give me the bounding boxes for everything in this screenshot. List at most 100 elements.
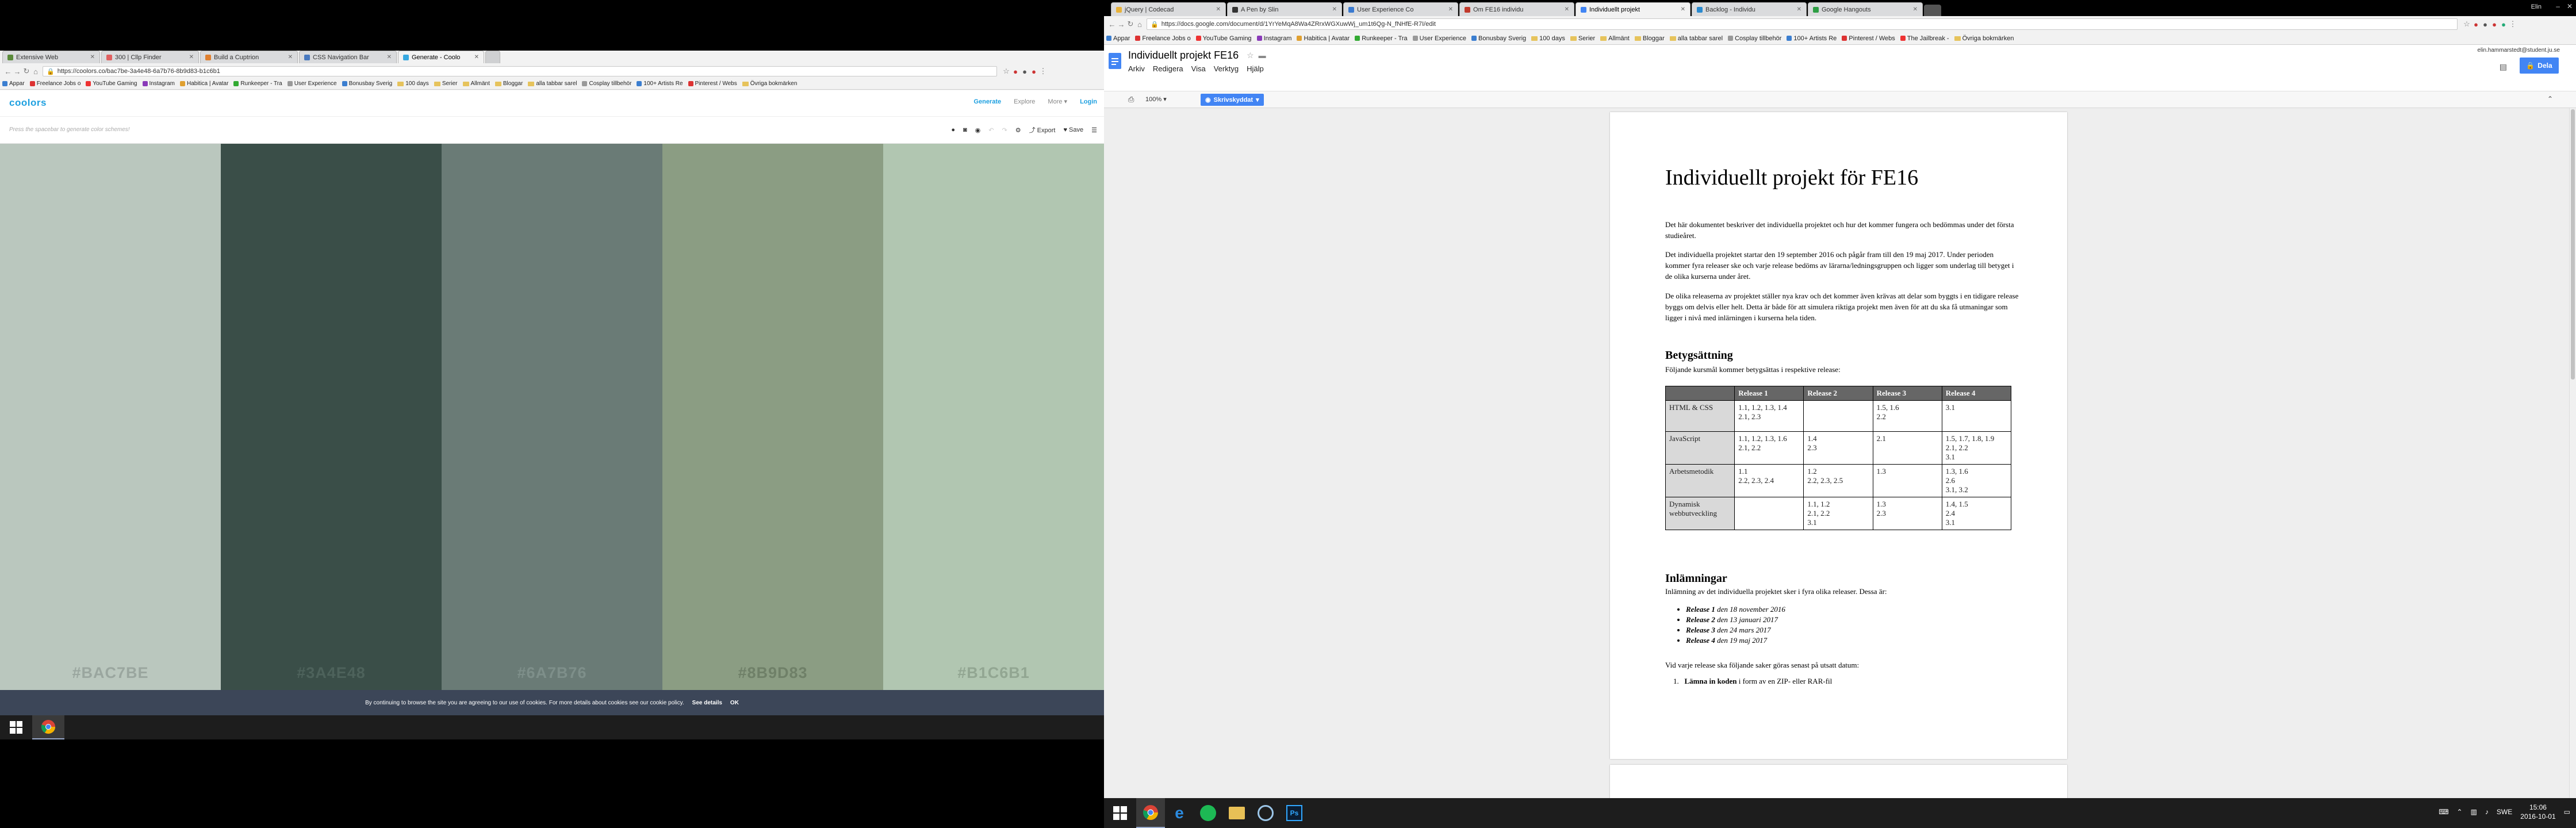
- right-tab-3[interactable]: Om FE16 individu ✕: [1459, 2, 1574, 16]
- close-icon[interactable]: ✕: [87, 54, 95, 60]
- close-icon[interactable]: ✕: [1213, 6, 1221, 13]
- minimize-icon[interactable]: –: [2556, 2, 2560, 10]
- right-tab-6[interactable]: Google Hangouts ✕: [1808, 2, 1923, 16]
- color-swatch-4[interactable]: #8B9D83: [662, 144, 883, 690]
- web-tool-icon[interactable]: [1251, 798, 1280, 828]
- home-icon[interactable]: ⌂: [31, 67, 40, 76]
- chrome-icon[interactable]: [32, 715, 64, 739]
- docs-logo-icon[interactable]: [1109, 53, 1121, 69]
- bookmark-item[interactable]: Cosplay tillbehör: [1728, 35, 1781, 42]
- chevron-up-icon[interactable]: ⌃: [2457, 808, 2463, 816]
- bookmark-item[interactable]: Bloggar: [494, 80, 523, 87]
- bookmark-item[interactable]: Bloggar: [1634, 35, 1665, 42]
- nav-login[interactable]: Login: [1080, 98, 1097, 105]
- undo-icon[interactable]: ↶: [988, 126, 994, 134]
- camera-icon[interactable]: ◙: [963, 126, 967, 133]
- bookmark-item[interactable]: YouTube Gaming: [1195, 35, 1252, 42]
- extension-icon[interactable]: ●: [2481, 20, 2490, 29]
- reload-icon[interactable]: ↻: [22, 67, 31, 76]
- scrollbar[interactable]: [2569, 108, 2576, 828]
- print-icon[interactable]: ⎙: [1128, 95, 1134, 104]
- bookmark-item[interactable]: 100+ Artists Re: [1787, 35, 1837, 42]
- view-mode-button[interactable]: ◉ Skrivskyddat ▾: [1201, 94, 1264, 106]
- cookie-ok-button[interactable]: OK: [730, 700, 739, 706]
- internet-explorer-icon[interactable]: e: [1165, 798, 1194, 828]
- back-icon[interactable]: ←: [3, 67, 13, 76]
- save-button[interactable]: ♥ Save: [1063, 126, 1083, 133]
- bookmark-item[interactable]: Instagram: [142, 80, 175, 87]
- color-swatch-3[interactable]: #6A7B76: [442, 144, 662, 690]
- bookmark-item[interactable]: Övriga bokmärken: [1954, 35, 2014, 42]
- bookmark-item[interactable]: Pinterest / Webs: [688, 80, 737, 87]
- bookmark-item[interactable]: Habitica | Avatar: [179, 80, 228, 87]
- menu-visa[interactable]: Visa: [1191, 64, 1206, 73]
- bookmark-item[interactable]: Serier: [434, 80, 458, 87]
- menu-icon[interactable]: ☰: [1091, 126, 1097, 134]
- share-button[interactable]: 🔒 Dela: [2520, 57, 2559, 74]
- close-icon[interactable]: ✕: [384, 54, 392, 60]
- keyboard-icon[interactable]: ⌨: [2439, 808, 2448, 816]
- nav-generate[interactable]: Generate: [973, 98, 1001, 105]
- bookmark-item[interactable]: 100 days: [397, 80, 429, 87]
- eye-icon[interactable]: ◉: [975, 126, 981, 134]
- close-icon[interactable]: ✕: [186, 54, 194, 60]
- bookmark-item[interactable]: User Experience: [287, 80, 337, 87]
- bookmark-item[interactable]: Allmänt: [462, 80, 490, 87]
- nav-explore[interactable]: Explore: [1014, 98, 1035, 105]
- photoshop-icon[interactable]: Ps: [1280, 798, 1309, 828]
- bookmark-item[interactable]: Runkeeper - Tra: [1355, 35, 1408, 42]
- right-tab-2[interactable]: User Experience Co ✕: [1343, 2, 1458, 16]
- notifications-icon[interactable]: ▭: [2564, 808, 2570, 816]
- right-tab-0[interactable]: jQuery | Codecad ✕: [1111, 2, 1226, 16]
- help-icon[interactable]: ●: [951, 126, 955, 133]
- bookmark-item[interactable]: Bonusbay Sverig: [1471, 35, 1526, 42]
- left-tab-2[interactable]: Build a Cuptrion ✕: [200, 51, 298, 63]
- bookmark-item[interactable]: Cosplay tillbehör: [582, 80, 631, 87]
- color-swatch-1[interactable]: #BAC7BE: [0, 144, 221, 690]
- new-tab-button[interactable]: [1924, 5, 1941, 16]
- extension-icon[interactable]: ●: [2490, 20, 2499, 29]
- new-tab-button[interactable]: [485, 51, 500, 63]
- forward-icon[interactable]: →: [13, 67, 22, 76]
- bookmark-item[interactable]: Habitica | Avatar: [1297, 35, 1350, 42]
- left-tab-4[interactable]: Generate - Coolo ✕: [398, 51, 484, 63]
- extension-icon[interactable]: ●: [2499, 20, 2508, 29]
- folder-icon[interactable]: ▬: [1259, 51, 1266, 60]
- menu-icon[interactable]: ⋮: [1038, 67, 1048, 76]
- language-indicator[interactable]: SWE: [2497, 808, 2512, 816]
- settings-icon[interactable]: ⚙: [1015, 126, 1021, 134]
- home-icon[interactable]: ⌂: [1135, 20, 1144, 29]
- bookmark-item[interactable]: User Experience: [1412, 35, 1466, 42]
- close-window-icon[interactable]: ✕: [2567, 2, 2573, 10]
- bookmark-item[interactable]: Instagram: [1256, 35, 1291, 42]
- redo-icon[interactable]: ↷: [1002, 126, 1007, 134]
- zoom-select[interactable]: 100% ▾: [1145, 95, 1167, 103]
- hex-label[interactable]: #BAC7BE: [72, 664, 148, 682]
- close-icon[interactable]: ✕: [471, 54, 479, 60]
- spotify-icon[interactable]: [1194, 798, 1222, 828]
- nav-more[interactable]: More ▾: [1048, 98, 1067, 105]
- bookmark-item[interactable]: 100 days: [1531, 35, 1565, 42]
- reload-icon[interactable]: ↻: [1126, 20, 1135, 29]
- user-email[interactable]: elin.hammarstedt@student.ju.se: [2477, 47, 2560, 53]
- scrollbar-thumb[interactable]: [2571, 109, 2575, 379]
- star-icon[interactable]: ☆: [2462, 20, 2471, 29]
- close-icon[interactable]: ✕: [285, 54, 293, 60]
- color-swatch-5[interactable]: #B1C6B1: [883, 144, 1104, 690]
- bookmark-item[interactable]: YouTube Gaming: [86, 80, 137, 87]
- menu-icon[interactable]: ⋮: [2508, 20, 2517, 29]
- network-icon[interactable]: ▥: [2471, 808, 2477, 816]
- volume-icon[interactable]: ♪: [2485, 808, 2489, 816]
- close-icon[interactable]: ✕: [1677, 6, 1685, 13]
- bookmark-item[interactable]: Appar: [1106, 35, 1130, 42]
- hex-label[interactable]: #B1C6B1: [957, 664, 1030, 682]
- left-omnibox[interactable]: 🔒 https://coolors.co/bac7be-3a4e48-6a7b76…: [43, 66, 997, 76]
- bookmark-item[interactable]: Freelance Jobs o: [29, 80, 80, 87]
- close-icon[interactable]: ✕: [1329, 6, 1337, 13]
- close-icon[interactable]: ✕: [1793, 6, 1801, 13]
- extension-icon[interactable]: ●: [1011, 67, 1020, 76]
- bookmark-item[interactable]: Pinterest / Webs: [1842, 35, 1895, 42]
- bookmark-item[interactable]: Runkeeper - Tra: [233, 80, 282, 87]
- bookmark-item[interactable]: Serier: [1570, 35, 1595, 42]
- collapse-icon[interactable]: ⌃: [2547, 95, 2553, 103]
